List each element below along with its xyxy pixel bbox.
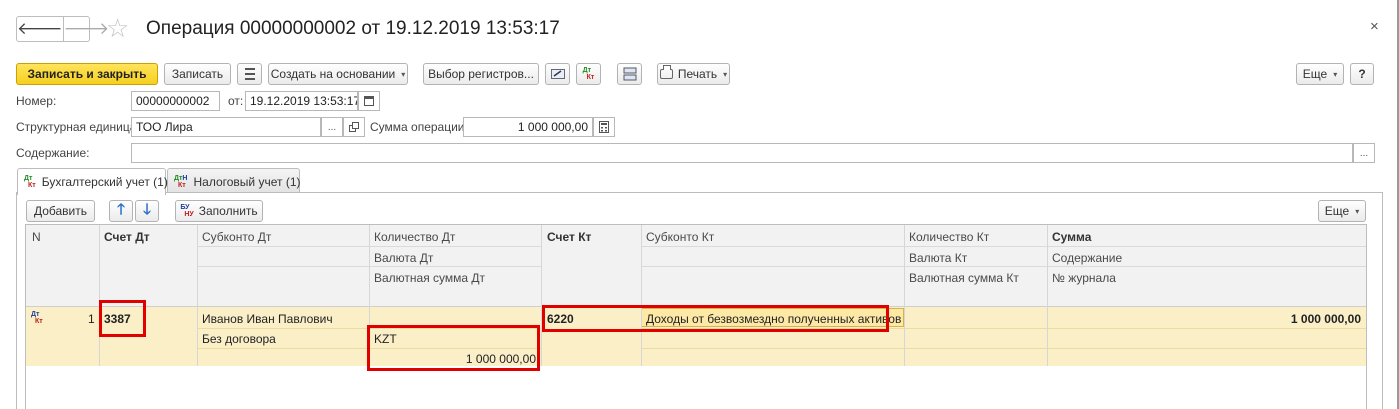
printer-icon: [659, 65, 673, 79]
column-account-dt[interactable]: Счет Дт: [104, 230, 150, 244]
arrow-down-icon: 🡓: [143, 200, 151, 218]
column-content[interactable]: Содержание: [1052, 251, 1122, 265]
structure-icon: [623, 67, 636, 81]
help-button[interactable]: ?: [1350, 63, 1374, 85]
date-label: от:: [228, 94, 244, 108]
ellipsis-icon: ...: [1359, 147, 1369, 159]
tab-accounting-label: Бухгалтерский учет (1): [41, 175, 168, 189]
create-based-on-label: Создать на основании: [270, 67, 396, 81]
operation-amount-label: Сумма операции:: [370, 120, 468, 134]
table-header: N Счет Дт Субконто Дт Количество Дт Валю…: [26, 225, 1366, 307]
operation-amount-field[interactable]: 1 000 000,00: [463, 117, 593, 137]
column-journal[interactable]: № журнала: [1052, 271, 1116, 285]
row-dt-kt-icon: Дт Кт: [31, 311, 43, 325]
save-and-close-button[interactable]: Записать и закрыть: [16, 63, 158, 85]
edit-movements-button[interactable]: [545, 63, 570, 85]
print-label: Печать: [677, 67, 718, 81]
chevron-down-icon: ▾: [1333, 69, 1338, 79]
content-select-button[interactable]: ...: [1353, 143, 1375, 163]
calculator-button[interactable]: [593, 117, 615, 137]
sum-cell[interactable]: 1 000 000,00: [1052, 312, 1361, 326]
move-up-button[interactable]: 🡑: [109, 200, 133, 222]
add-label: Добавить: [33, 204, 88, 218]
history-nav: 🡐 🡒: [16, 16, 109, 42]
highlight-currency-amount: [367, 325, 540, 371]
tab-tax-label: Налоговый учет (1): [193, 174, 301, 189]
fill-button[interactable]: БУ НУ Заполнить: [175, 200, 263, 222]
dt-kt-icon: Дт Кт: [582, 67, 595, 81]
bu-nu-icon: БУ НУ: [180, 204, 194, 218]
chevron-down-icon: ▾: [401, 69, 406, 79]
back-arrow-icon[interactable]: 🡐: [17, 17, 64, 41]
more-label: Еще: [1302, 67, 1328, 81]
calendar-icon: [364, 96, 374, 106]
pencil-icon: [550, 69, 565, 79]
print-button[interactable]: Печать ▾: [657, 63, 730, 85]
tab-accounting[interactable]: Дт Кт Бухгалтерский учет (1): [17, 168, 168, 195]
subconto-dt-1-cell[interactable]: Иванов Иван Павлович: [202, 312, 333, 326]
column-n[interactable]: N: [32, 230, 41, 244]
column-qty-dt[interactable]: Количество Дт: [374, 230, 455, 244]
dt-kt-n-icon: ДтН Кт: [174, 174, 188, 189]
date-field[interactable]: 19.12.2019 13:53:17: [245, 91, 358, 111]
column-qty-kt[interactable]: Количество Кт: [909, 230, 989, 244]
table-more-label: Еще: [1324, 204, 1350, 218]
structural-unit-open-button[interactable]: [343, 117, 365, 137]
save-button[interactable]: Записать: [164, 63, 231, 85]
column-cur-amount-dt[interactable]: Валютная сумма Дт: [374, 271, 485, 285]
more-button[interactable]: Еще ▾: [1296, 63, 1344, 85]
calendar-button[interactable]: [358, 91, 380, 111]
save-and-close-label: Записать и закрыть: [27, 67, 147, 81]
table-more-button[interactable]: Еще ▾: [1318, 200, 1366, 222]
journal-list-button[interactable]: [237, 63, 262, 85]
close-icon[interactable]: ×: [1370, 18, 1379, 35]
structural-unit-select-button[interactable]: ...: [321, 117, 343, 137]
help-icon: ?: [1358, 67, 1366, 81]
register-select-label: Выбор регистров...: [428, 67, 534, 81]
forward-arrow-icon[interactable]: 🡒: [64, 17, 110, 41]
content-field[interactable]: [131, 143, 1353, 163]
arrow-up-icon: 🡑: [117, 200, 125, 218]
structural-unit-field[interactable]: ТОО Лира: [131, 117, 321, 137]
list-icon: [244, 68, 255, 80]
highlight-account-dt: [99, 300, 146, 337]
content-label: Содержание:: [16, 146, 90, 160]
column-sum[interactable]: Сумма: [1052, 230, 1091, 244]
add-button[interactable]: Добавить: [26, 200, 95, 222]
column-subconto-kt[interactable]: Субконто Кт: [646, 230, 714, 244]
chevron-down-icon: ▾: [1355, 206, 1360, 216]
chevron-down-icon: ▾: [723, 69, 728, 79]
number-field[interactable]: 00000000002: [131, 91, 220, 111]
favorite-star-icon[interactable]: ☆: [106, 13, 129, 43]
dt-kt-icon: Дт Кт: [24, 175, 36, 189]
open-icon: [349, 122, 359, 132]
window-title: Операция 00000000002 от 19.12.2019 13:53…: [146, 18, 560, 39]
save-label: Записать: [171, 67, 224, 81]
move-down-button[interactable]: 🡓: [135, 200, 159, 222]
row-number: 1: [88, 312, 95, 326]
column-cur-amount-kt[interactable]: Валютная сумма Кт: [909, 271, 1019, 285]
column-currency-kt[interactable]: Валюта Кт: [909, 251, 967, 265]
dt-kt-movements-button[interactable]: Дт Кт: [576, 63, 601, 85]
structural-unit-label: Структурная единица:: [16, 120, 140, 134]
number-label: Номер:: [16, 94, 57, 108]
subconto-dt-2-cell[interactable]: Без договора: [202, 332, 276, 346]
ellipsis-icon: ...: [327, 121, 337, 133]
register-select-button[interactable]: Выбор регистров...: [423, 63, 539, 85]
tab-tax[interactable]: ДтН Кт Налоговый учет (1): [167, 168, 300, 194]
highlight-account-kt: [542, 305, 889, 332]
calculator-icon: [599, 121, 609, 133]
column-currency-dt[interactable]: Валюта Дт: [374, 251, 433, 265]
column-account-kt[interactable]: Счет Кт: [547, 230, 591, 244]
structure-button[interactable]: [617, 63, 642, 85]
fill-label: Заполнить: [198, 204, 258, 218]
column-subconto-dt[interactable]: Субконто Дт: [202, 230, 271, 244]
create-based-on-button[interactable]: Создать на основании ▾: [268, 63, 408, 85]
